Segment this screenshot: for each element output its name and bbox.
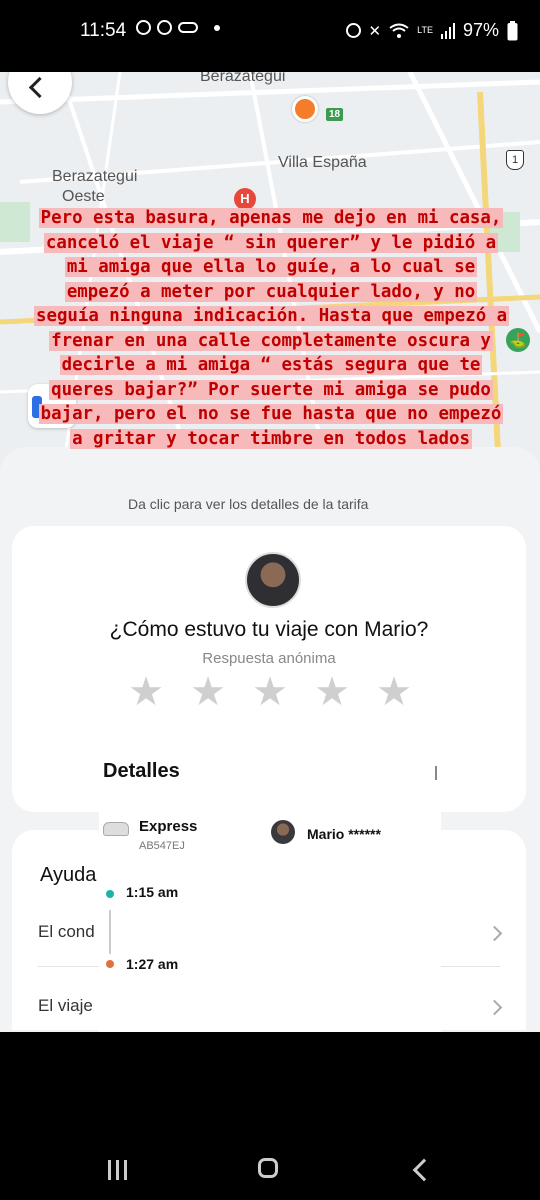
signal-icon [440, 22, 455, 39]
car-icon [103, 822, 129, 836]
more-notifications-icon [214, 24, 220, 31]
route-1-shield: 1 [506, 150, 524, 170]
sync-icon [157, 20, 172, 35]
status-bar: 11:54 ✕ LTE 97% [0, 0, 540, 62]
driver-small-avatar [271, 820, 295, 844]
help-row-driver[interactable]: El cond [38, 922, 95, 942]
back-arrow-icon [28, 76, 51, 99]
fare-details-hint[interactable]: Da clic para ver los detalles de la tari… [128, 496, 368, 512]
license-plate: AB547EJ [139, 840, 185, 852]
star-rating[interactable]: ★ ★ ★ ★ ★ [128, 672, 412, 712]
map-label-villa-espana: Villa España [278, 154, 367, 171]
dropoff-time: 1:27 am [126, 956, 179, 972]
service-type: Express [139, 818, 198, 835]
help-row-trip[interactable]: El viaje [38, 996, 93, 1016]
star-icon[interactable]: ★ [190, 672, 226, 712]
battery-percent: 97% [462, 20, 499, 40]
recents-icon[interactable] [108, 1160, 127, 1180]
location-pin-icon [292, 96, 318, 122]
route-18-badge: 18 [326, 108, 344, 121]
pickup-time: 1:15 am [126, 884, 179, 900]
rating-title: ¿Cómo estuvo tu viaje con Mario? [109, 618, 429, 641]
mute-icon: ✕ [368, 22, 382, 40]
map-label-berazategui-oeste: Berazategui [52, 168, 138, 185]
trip-details-card: Detalles Express AB547EJ Mario ****** 1:… [99, 744, 441, 1032]
status-time: 11:54 [80, 20, 127, 41]
status-right: ✕ LTE 97% [345, 20, 518, 41]
chevron-right-icon [486, 925, 503, 942]
star-icon[interactable]: ★ [376, 672, 412, 712]
dropoff-dot-icon [106, 960, 114, 968]
story-screenshot: Berazategui 18 Villa España 1 Berazategu… [0, 72, 540, 1032]
notification-icons [136, 20, 220, 35]
timeline-line [109, 910, 111, 954]
home-icon[interactable] [258, 1158, 278, 1178]
park-icon: ⛳ [506, 328, 530, 352]
details-title: Detalles [103, 760, 180, 782]
map-label-berazategui: Berazategui [200, 72, 286, 85]
alarm-icon [345, 23, 361, 38]
battery-icon [507, 20, 518, 40]
whatsapp-icon [136, 20, 151, 35]
help-title: Ayuda [40, 864, 97, 886]
overlay-text: Pero esta basura, apenas me dejo en mi c… [34, 208, 510, 449]
star-icon[interactable]: ★ [128, 672, 164, 712]
wifi-icon [389, 23, 409, 38]
chevron-right-icon [486, 999, 503, 1016]
navigation-bar [0, 1136, 540, 1200]
back-icon[interactable] [412, 1158, 436, 1182]
rating-subtitle: Respuesta anónima [202, 650, 336, 667]
star-icon[interactable]: ★ [314, 672, 350, 712]
star-icon[interactable]: ★ [252, 672, 288, 712]
driver-name: Mario ****** [307, 826, 381, 842]
voicemail-icon [178, 22, 198, 33]
map-label-oeste: Oeste [62, 188, 105, 205]
pickup-dot-icon [106, 890, 114, 898]
network-type: LTE [417, 25, 433, 35]
driver-avatar [245, 552, 301, 608]
scroll-indicator [435, 766, 437, 780]
story-text-overlay: Pero esta basura, apenas me dejo en mi c… [34, 206, 510, 451]
